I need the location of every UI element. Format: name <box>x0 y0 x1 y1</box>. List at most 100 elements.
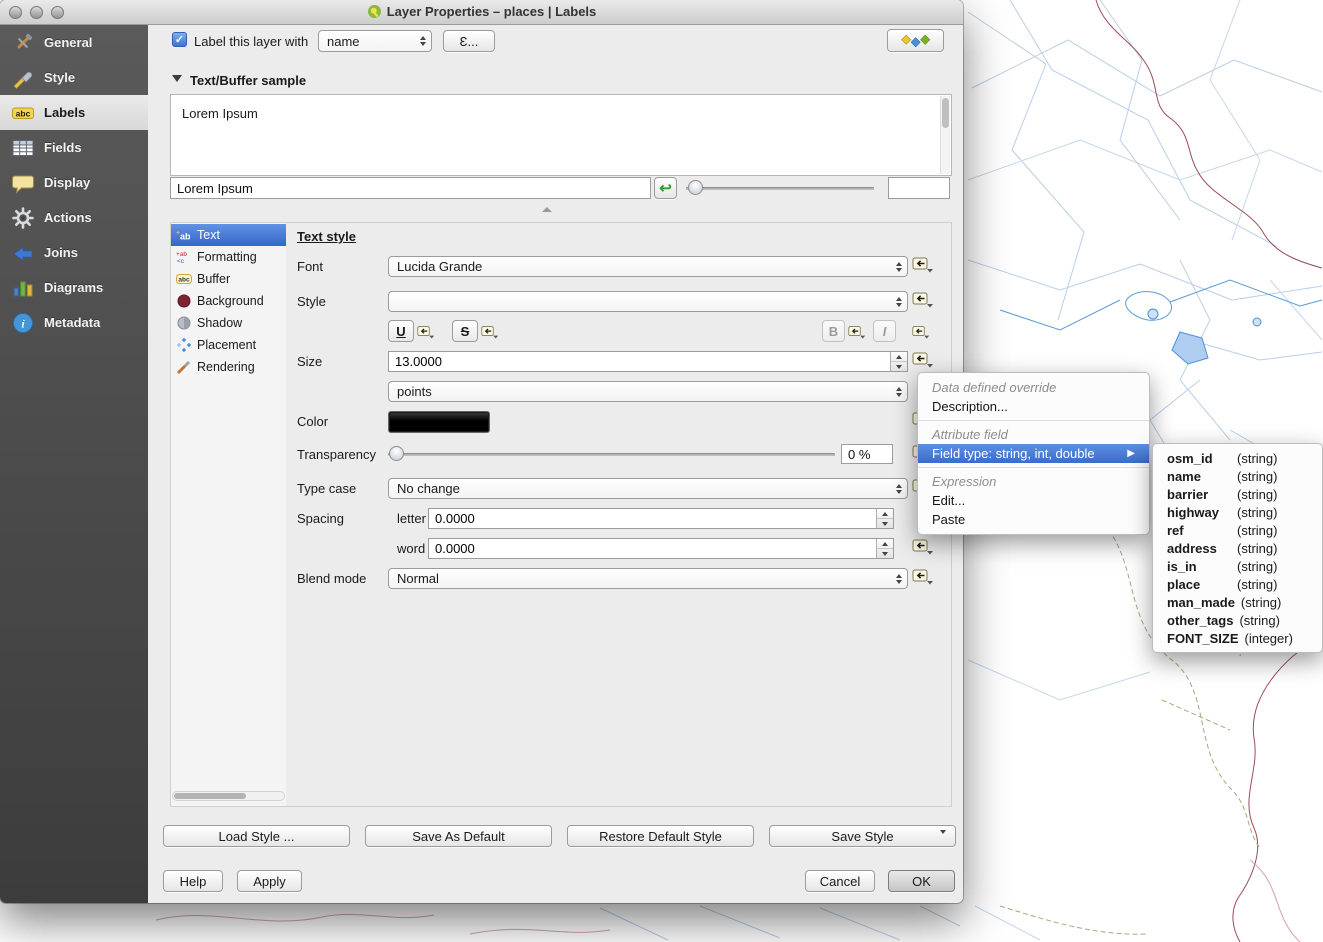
strikeout-button[interactable]: S <box>452 320 478 342</box>
font-combobox[interactable]: Lucida Grande <box>388 256 908 277</box>
sample-size-field[interactable] <box>888 177 950 199</box>
slider-thumb[interactable] <box>389 446 404 461</box>
sidebar-item-diagrams[interactable]: Diagrams <box>0 270 148 305</box>
save-as-default-button[interactable]: Save As Default <box>365 825 552 847</box>
bold-data-defined-button[interactable] <box>848 324 866 342</box>
submenu-field-barrier[interactable]: barrier(string) <box>1153 485 1322 503</box>
submenu-field-address[interactable]: address(string) <box>1153 539 1322 557</box>
sidebar-item-joins[interactable]: Joins <box>0 235 148 270</box>
tab-placement[interactable]: Placement <box>171 334 286 356</box>
menu-item-paste[interactable]: Paste <box>918 510 1149 529</box>
word-spacing-spinbox[interactable] <box>428 538 894 559</box>
sidebar-item-actions[interactable]: Actions <box>0 200 148 235</box>
transparency-slider[interactable] <box>388 446 835 461</box>
window-titlebar[interactable]: Layer Properties – places | Labels <box>0 0 963 25</box>
apply-button[interactable]: Apply <box>237 870 302 892</box>
submenu-field-other_tags[interactable]: other_tags(string) <box>1153 611 1322 629</box>
splitter-collapse-handle[interactable] <box>542 207 552 212</box>
word-spacing-input[interactable] <box>429 539 876 558</box>
screen: Layer Properties – places | Labels Gener… <box>0 0 1323 942</box>
sidebar-item-metadata[interactable]: i Metadata <box>0 305 148 340</box>
sidebar-item-labels[interactable]: abc Labels <box>0 95 148 130</box>
font-label: Font <box>297 259 323 274</box>
list-horizontal-scrollbar[interactable] <box>172 791 285 801</box>
underline-data-defined-button[interactable] <box>417 324 435 342</box>
preview-vertical-scrollbar[interactable] <box>940 96 950 174</box>
menu-item-edit[interactable]: Edit... <box>918 491 1149 510</box>
sidebar: General Style abc Labels Fields Display … <box>0 25 148 903</box>
tab-shadow[interactable]: Shadow <box>171 312 286 334</box>
blend-mode-combobox[interactable]: Normal <box>388 568 908 589</box>
field-name: address <box>1167 541 1231 556</box>
tab-text[interactable]: +ab Text <box>171 224 286 246</box>
sample-text-input[interactable] <box>170 177 651 199</box>
style-data-defined-button[interactable] <box>912 290 934 311</box>
strikeout-data-defined-button[interactable] <box>481 324 499 342</box>
menu-separator <box>918 467 1149 468</box>
tab-background[interactable]: Background <box>171 290 286 312</box>
bold-button[interactable]: B <box>822 320 845 342</box>
scrollbar-thumb[interactable] <box>942 98 949 128</box>
menu-item-description[interactable]: Description... <box>918 397 1149 416</box>
sidebar-item-display[interactable]: Display <box>0 165 148 200</box>
field-type: (integer) <box>1245 631 1293 646</box>
font-color-button[interactable] <box>388 411 490 433</box>
reset-sample-button[interactable]: ↩ <box>654 177 677 199</box>
font-data-defined-button[interactable] <box>912 255 934 276</box>
italic-button[interactable]: I <box>873 320 896 342</box>
menu-item-field-type[interactable]: Field type: string, int, double ▶ <box>918 444 1149 463</box>
font-style-combobox[interactable] <box>388 291 908 312</box>
submenu-field-ref[interactable]: ref(string) <box>1153 521 1322 539</box>
transparency-value-field[interactable]: 0 % <box>841 444 893 464</box>
type-case-combobox[interactable]: No change <box>388 478 908 499</box>
sidebar-item-general[interactable]: General <box>0 25 148 60</box>
italic-data-defined-button[interactable] <box>912 324 930 342</box>
expression-builder-button[interactable]: Ɛ... <box>443 30 495 52</box>
load-style-button[interactable]: Load Style ... <box>163 825 350 847</box>
tab-label: Placement <box>197 338 256 352</box>
ok-button[interactable]: OK <box>888 870 955 892</box>
sample-size-slider[interactable] <box>686 180 874 195</box>
sidebar-item-style[interactable]: Style <box>0 60 148 95</box>
label-layer-label: Label this layer with <box>194 34 308 49</box>
submenu-field-is_in[interactable]: is_in(string) <box>1153 557 1322 575</box>
submenu-field-FONT_SIZE[interactable]: FONT_SIZE(integer) <box>1153 629 1322 647</box>
restore-default-style-button[interactable]: Restore Default Style <box>567 825 754 847</box>
sample-section-disclosure-triangle[interactable] <box>172 75 182 82</box>
size-units-combobox[interactable]: points <box>388 381 908 402</box>
size-data-defined-button[interactable] <box>912 350 934 371</box>
letter-spacing-spinbox[interactable] <box>428 508 894 529</box>
field-type: (string) <box>1237 523 1277 538</box>
tab-buffer[interactable]: abc Buffer <box>171 268 286 290</box>
slider-thumb[interactable] <box>688 180 703 195</box>
help-button[interactable]: Help <box>163 870 223 892</box>
help-label: Help <box>180 874 207 889</box>
label-field-combobox[interactable]: name <box>318 30 432 52</box>
tab-formatting[interactable]: +ab<c Formatting <box>171 246 286 268</box>
word-spacing-data-defined-button[interactable] <box>912 537 934 558</box>
font-size-spinbox[interactable] <box>388 351 908 372</box>
save-style-menu-button[interactable]: Save Style <box>769 825 956 847</box>
automated-placement-button[interactable] <box>887 29 944 52</box>
tab-label: Formatting <box>197 250 257 264</box>
submenu-field-name[interactable]: name(string) <box>1153 467 1322 485</box>
letter-spacing-stepper[interactable] <box>876 509 893 528</box>
font-size-input[interactable] <box>389 352 890 371</box>
underline-button[interactable]: U <box>388 320 414 342</box>
field-type: (string) <box>1239 613 1279 628</box>
submenu-field-place[interactable]: place(string) <box>1153 575 1322 593</box>
sidebar-item-fields[interactable]: Fields <box>0 130 148 165</box>
tab-rendering[interactable]: Rendering <box>171 356 286 378</box>
letter-spacing-input[interactable] <box>429 509 876 528</box>
submenu-field-man_made[interactable]: man_made(string) <box>1153 593 1322 611</box>
word-spacing-stepper[interactable] <box>876 539 893 558</box>
data-defined-menu: Data defined override Description... Att… <box>917 372 1150 535</box>
blend-mode-data-defined-button[interactable] <box>912 567 934 588</box>
font-size-stepper[interactable] <box>890 352 907 371</box>
scrollbar-thumb[interactable] <box>174 793 246 799</box>
cancel-button[interactable]: Cancel <box>805 870 875 892</box>
submenu-field-highway[interactable]: highway(string) <box>1153 503 1322 521</box>
transparency-label: Transparency <box>297 447 376 462</box>
submenu-field-osm_id[interactable]: osm_id(string) <box>1153 449 1322 467</box>
label-layer-checkbox[interactable]: ✓ <box>172 32 187 47</box>
